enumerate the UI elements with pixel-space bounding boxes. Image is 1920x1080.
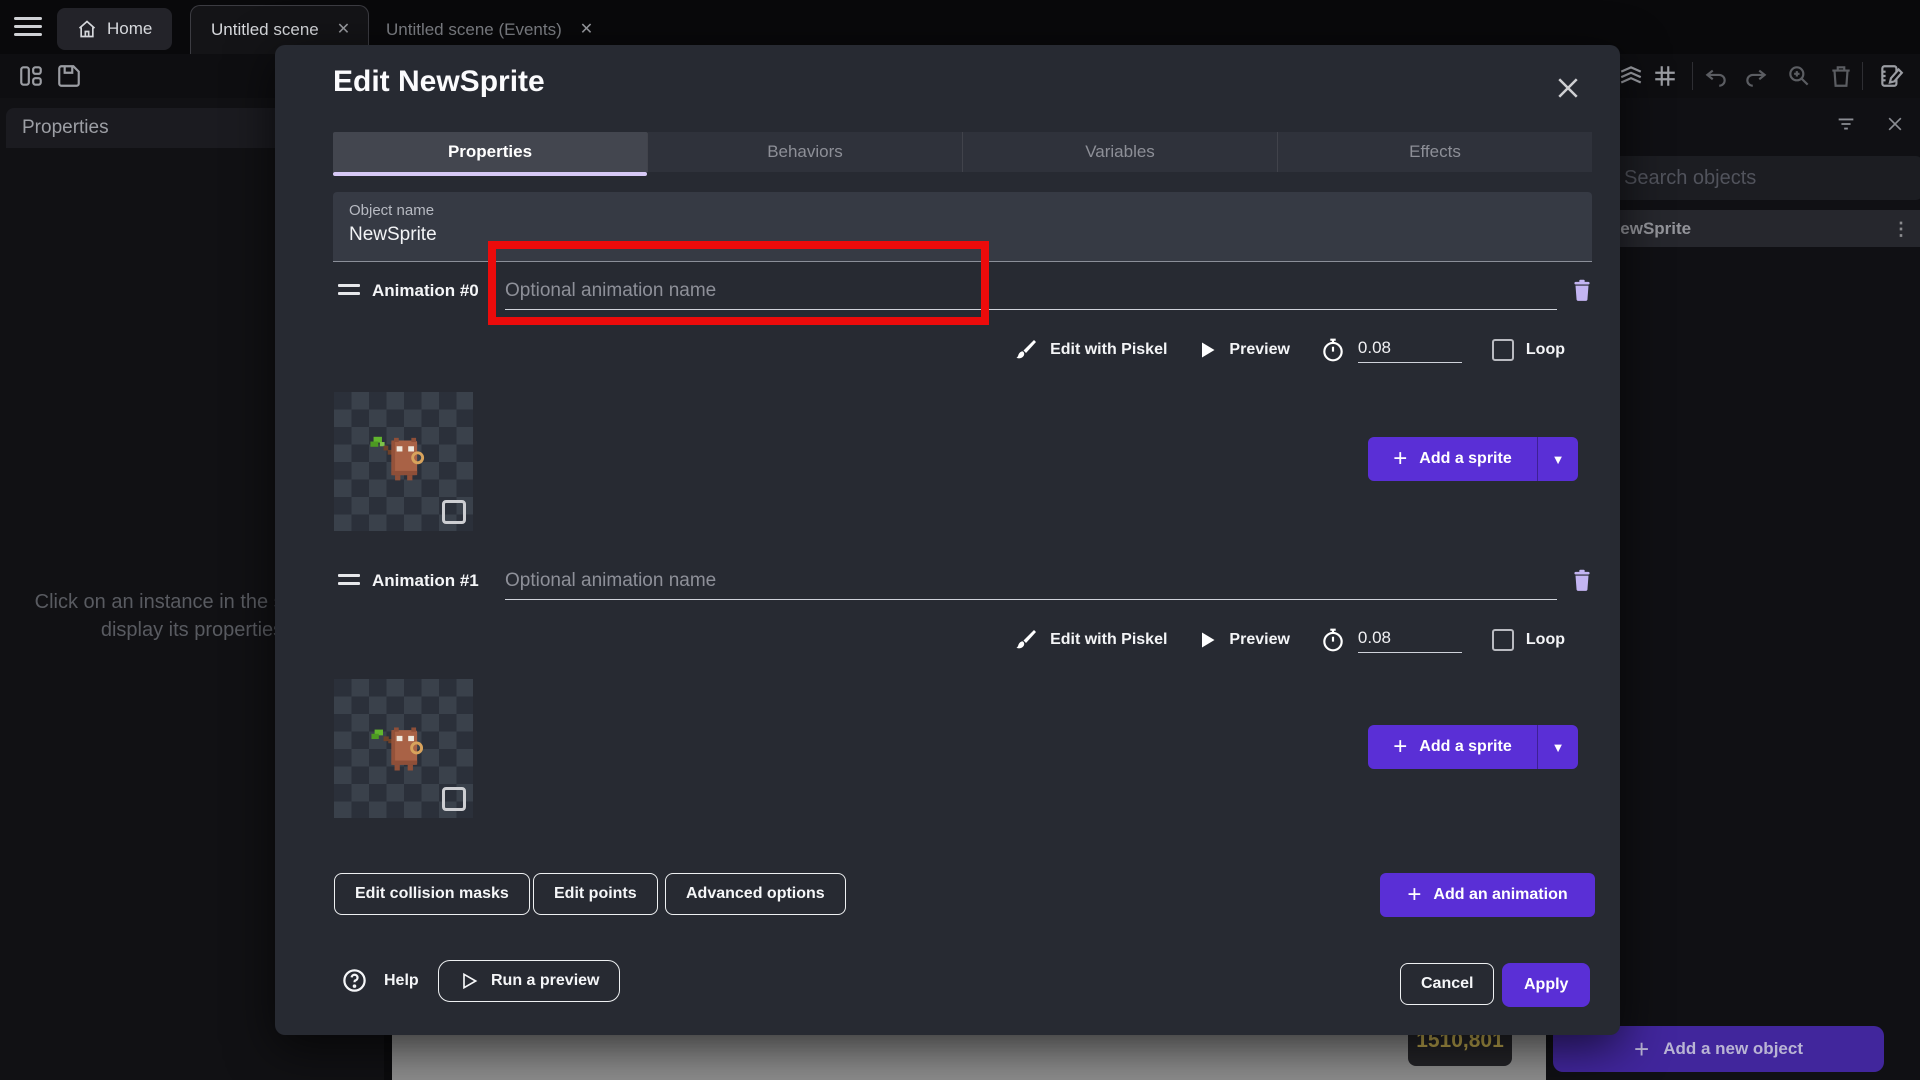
stopwatch-icon: [1320, 627, 1346, 653]
toolbar-divider: [1862, 62, 1863, 90]
tab-home[interactable]: Home: [57, 8, 172, 50]
frame-select-checkbox[interactable]: [442, 500, 466, 524]
panels-layout-icon[interactable]: [18, 63, 44, 89]
loop-checkbox[interactable]: [1492, 339, 1514, 361]
add-sprite-dropdown[interactable]: ▼: [1538, 725, 1578, 769]
animation-name-input[interactable]: [505, 272, 1557, 310]
play-outline-icon: [459, 971, 479, 991]
loop-toggle[interactable]: Loop: [1492, 629, 1565, 651]
frame-select-checkbox[interactable]: [442, 787, 466, 811]
tab-home-label: Home: [107, 19, 152, 39]
dialog-tabs: Properties Behaviors Variables Effects: [333, 132, 1592, 176]
play-icon: [1197, 630, 1217, 650]
edit-sprite-dialog: Edit NewSprite Properties Behaviors Vari…: [275, 45, 1620, 1035]
home-icon: [77, 19, 97, 39]
apply-button[interactable]: Apply: [1502, 963, 1590, 1007]
animation-0-header: Animation #0: [333, 272, 1592, 312]
object-name-field[interactable]: Object name NewSprite: [333, 192, 1592, 262]
drag-handle-icon[interactable]: [338, 574, 360, 590]
animation-1-actions: Edit with Piskel Preview Loop: [333, 620, 1565, 660]
time-between-frames-field[interactable]: [1320, 337, 1462, 363]
advanced-options-button[interactable]: Advanced options: [665, 873, 846, 915]
layers-icon[interactable]: [1618, 63, 1644, 89]
tab-effects[interactable]: Effects: [1278, 132, 1592, 172]
loop-toggle[interactable]: Loop: [1492, 339, 1565, 361]
animation-1-header: Animation #1: [333, 562, 1592, 602]
brush-icon: [1014, 628, 1038, 652]
tab-variables[interactable]: Variables: [963, 132, 1278, 172]
loop-checkbox[interactable]: [1492, 629, 1514, 651]
animation-label: Animation #1: [372, 571, 479, 591]
dialog-title: Edit NewSprite: [333, 65, 545, 99]
drag-handle-icon[interactable]: [338, 284, 360, 300]
properties-panel-title: Properties: [22, 117, 109, 139]
cancel-button[interactable]: Cancel: [1400, 963, 1494, 1005]
active-tab-underline: [333, 172, 647, 176]
animation-0-actions: Edit with Piskel Preview Loop: [333, 330, 1565, 370]
plus-icon: +: [1407, 881, 1421, 909]
grid-icon[interactable]: [1652, 63, 1678, 89]
toolbar-divider: [1692, 62, 1693, 90]
preview-button[interactable]: Preview: [1197, 630, 1289, 650]
sprite-image: [362, 420, 446, 504]
add-sprite-button[interactable]: + Add a sprite ▼: [1368, 725, 1578, 769]
zoom-in-icon[interactable]: [1786, 63, 1812, 89]
edit-points-button[interactable]: Edit points: [533, 873, 658, 915]
close-tab-icon[interactable]: ✕: [580, 22, 593, 38]
animation-label: Animation #0: [372, 281, 479, 301]
sprite-frame-thumbnail[interactable]: [334, 679, 473, 818]
time-between-frames-input[interactable]: [1358, 628, 1462, 653]
edit-events-icon[interactable]: [1878, 63, 1904, 89]
objects-panel-tools: [1835, 113, 1905, 135]
add-sprite-button[interactable]: + Add a sprite ▼: [1368, 437, 1578, 481]
object-name-label: NewSprite: [1608, 219, 1691, 239]
tab-behaviors[interactable]: Behaviors: [648, 132, 963, 172]
object-name-field-label: Object name: [349, 202, 1576, 219]
time-between-frames-field[interactable]: [1320, 627, 1462, 653]
undo-icon[interactable]: [1703, 63, 1729, 89]
close-panel-icon[interactable]: [1885, 114, 1905, 134]
delete-animation-icon[interactable]: [1569, 566, 1595, 594]
sprite-frame-thumbnail[interactable]: [334, 392, 473, 531]
redo-icon[interactable]: [1743, 63, 1769, 89]
edit-with-piskel-button[interactable]: Edit with Piskel: [1014, 628, 1167, 652]
add-animation-button[interactable]: + Add an animation: [1380, 873, 1595, 917]
preview-button[interactable]: Preview: [1197, 340, 1289, 360]
animation-name-input[interactable]: [505, 562, 1557, 600]
delete-animation-icon[interactable]: [1569, 276, 1595, 304]
gdevelop-window: Home Untitled scene ✕ Untitled scene (Ev…: [0, 0, 1920, 1080]
plus-icon: +: [1393, 733, 1407, 761]
help-icon: [341, 967, 368, 994]
edit-collision-masks-button[interactable]: Edit collision masks: [334, 873, 530, 915]
tab-scene-label: Untitled scene: [211, 20, 319, 40]
scene-canvas-edge: [392, 1035, 1546, 1080]
play-icon: [1197, 340, 1217, 360]
stopwatch-icon: [1320, 337, 1346, 363]
time-between-frames-input[interactable]: [1358, 338, 1462, 363]
close-tab-icon[interactable]: ✕: [337, 22, 350, 38]
tab-properties[interactable]: Properties: [333, 132, 648, 172]
add-sprite-dropdown[interactable]: ▼: [1538, 437, 1578, 481]
object-name-field-value: NewSprite: [349, 224, 1576, 246]
plus-icon: +: [1634, 1034, 1649, 1065]
help-button[interactable]: Help: [341, 967, 419, 994]
filter-icon[interactable]: [1835, 113, 1857, 135]
delete-icon[interactable]: [1828, 63, 1854, 89]
plus-icon: +: [1393, 445, 1407, 473]
run-preview-button[interactable]: Run a preview: [438, 960, 620, 1002]
dialog-close-icon[interactable]: [1553, 73, 1583, 103]
object-menu-icon[interactable]: ⋮: [1892, 226, 1908, 232]
save-icon[interactable]: [56, 63, 82, 89]
brush-icon: [1014, 338, 1038, 362]
hamburger-menu-icon[interactable]: [14, 17, 42, 37]
edit-with-piskel-button[interactable]: Edit with Piskel: [1014, 338, 1167, 362]
tab-events-label: Untitled scene (Events): [386, 20, 562, 40]
sprite-image: [362, 707, 446, 791]
